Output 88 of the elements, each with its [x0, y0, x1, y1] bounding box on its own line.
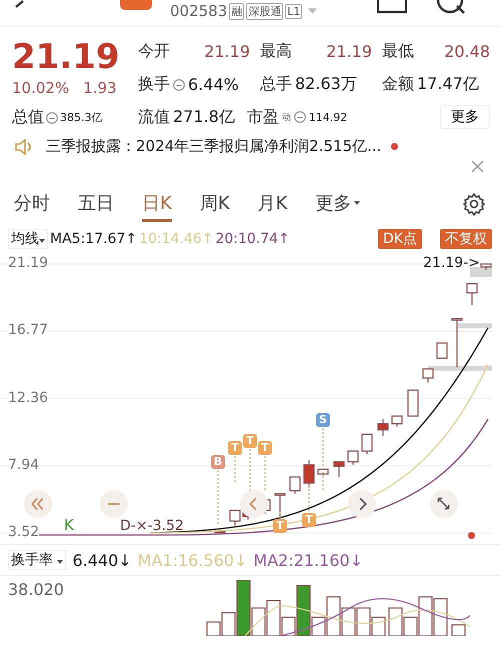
stat-value: 21.19 [204, 42, 250, 61]
stat-value: 17.47亿 [417, 74, 479, 95]
indicator-value: MA2:21.160↓ [253, 550, 364, 570]
stat-value: 21.19 [326, 42, 372, 61]
candlestick [407, 390, 419, 417]
candlestick [333, 461, 345, 477]
stat-label: 金额 [382, 74, 414, 95]
current-price: 21.19 [12, 37, 121, 77]
price-level-band [428, 366, 492, 371]
period-tab[interactable]: 周K [200, 186, 230, 222]
candlestick [229, 510, 241, 526]
indicator-value: MA1:16.560↓ [138, 550, 248, 570]
stat-value: 82.63万 [295, 74, 357, 95]
ma-selector[interactable]: 均线 [8, 229, 48, 249]
candlestick [436, 342, 448, 359]
stat-value: 6.44% [188, 75, 239, 94]
y-axis-label: 38.020 [8, 580, 64, 599]
status-dot [468, 532, 475, 539]
candlestick [391, 415, 403, 427]
period-tab[interactable]: 月K [258, 186, 288, 222]
stat-label: 流值 [138, 106, 170, 128]
rewind-button[interactable] [24, 490, 52, 518]
stat-superscript: 动 [282, 112, 291, 124]
indicator-value: 6.440↓ [72, 550, 132, 570]
ma-value: 10:14.46↑ [139, 231, 214, 247]
stat-label: 换手 [138, 74, 170, 95]
change-amount: 1.93 [83, 79, 117, 97]
ma-value: 20:10.74↑ [215, 231, 290, 247]
candlestick [480, 263, 492, 270]
candlestick [303, 460, 315, 488]
stat-label: 最高 [260, 41, 292, 62]
caret-icon [39, 239, 45, 243]
indicator-selector[interactable]: 换手率 [8, 550, 66, 570]
stat-label: 总值 [12, 107, 44, 128]
candlestick [422, 368, 434, 383]
candlestick [377, 419, 389, 436]
y-axis-label: 12.36 [8, 390, 48, 406]
k-marker: K [64, 516, 74, 534]
stat-label: 最低 [382, 41, 414, 62]
candlestick [214, 530, 226, 534]
stock-tag: 融 [229, 2, 244, 20]
d-marker: D-×-3.52 [120, 518, 184, 534]
info-icon[interactable] [173, 78, 185, 90]
last-price-label: 21.19-> [423, 255, 480, 271]
candlestick [451, 318, 463, 368]
signal-stem [234, 456, 236, 482]
notice-text[interactable]: 三季报披露：2024年三季报归属净利润2.515亿... [46, 137, 382, 156]
caret-icon [57, 560, 64, 564]
stat-label: 市盈 [246, 106, 279, 128]
candlestick [347, 450, 359, 465]
caret-icon [354, 200, 360, 204]
app-logo [120, 0, 152, 10]
stat-label: 总手 [260, 74, 292, 95]
period-tab[interactable]: 五日 [78, 186, 114, 222]
stat-value: 114.92 [308, 110, 348, 124]
price-level-band [458, 323, 492, 328]
stock-tag: 深股通 [246, 2, 284, 20]
stock-code: 002583 [170, 2, 228, 20]
settings-icon[interactable] [462, 192, 486, 216]
chart-option-button[interactable]: DK点 [378, 229, 422, 249]
signal-marker[interactable]: B [211, 455, 225, 469]
stat-value: 20.48 [444, 42, 490, 61]
stock-tag: L1 [285, 4, 302, 18]
info-icon[interactable] [46, 112, 58, 124]
more-tab[interactable]: 更多 [315, 186, 360, 222]
close-icon[interactable] [471, 160, 484, 173]
candlestick [466, 283, 478, 305]
candlestick [317, 468, 329, 476]
next-button[interactable] [348, 490, 376, 518]
price-level-band [470, 266, 492, 277]
signal-stem [264, 456, 266, 490]
stat-label: 今开 [138, 41, 170, 62]
ma-value: MA5:17.67↑ [50, 231, 138, 247]
more-button[interactable]: 更多 [440, 105, 490, 129]
stat-value: 385.3亿 [60, 110, 102, 125]
search-icon[interactable] [435, 0, 466, 14]
info-icon[interactable] [294, 111, 306, 123]
signal-stem [322, 428, 324, 492]
candlestick [289, 476, 301, 494]
change-percent: 10.02% [12, 79, 70, 97]
period-tab[interactable]: 分时 [14, 186, 50, 222]
stat-value: 271.8亿 [173, 106, 235, 128]
period-tab[interactable]: 日K [142, 186, 172, 222]
candlestick [361, 434, 373, 454]
signal-marker[interactable]: S [316, 413, 330, 427]
candlestick [274, 493, 286, 518]
chart-option-button[interactable]: 不复权 [440, 229, 492, 249]
expand-icon[interactable] [430, 490, 458, 518]
